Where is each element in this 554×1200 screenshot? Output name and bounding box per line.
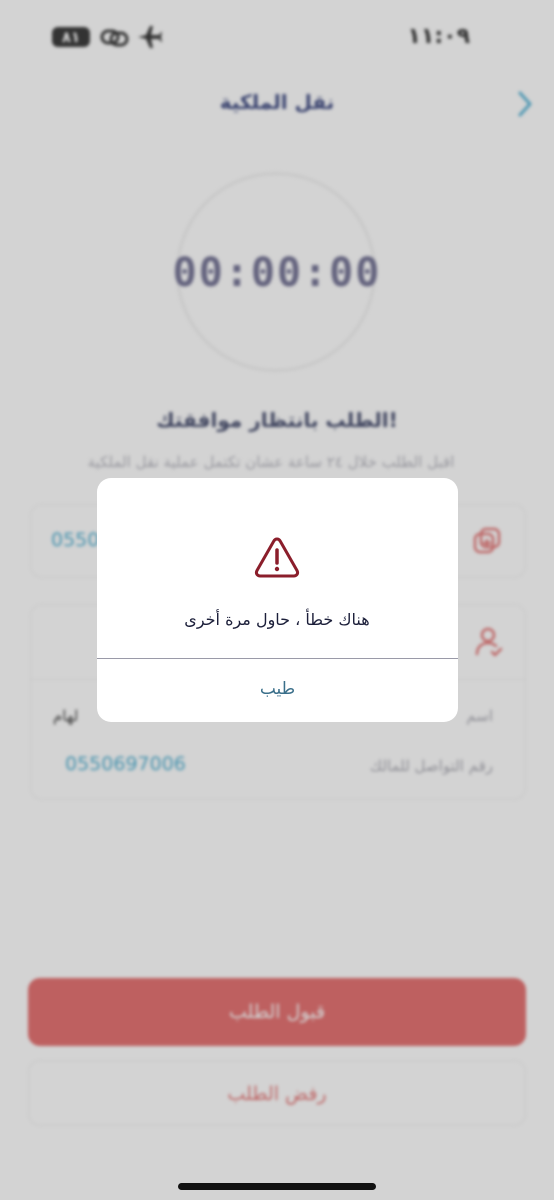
dialog-message: هناك خطأ ، حاول مرة أخرى [184, 610, 370, 629]
home-indicator [178, 1183, 376, 1190]
screen: ٨١ ١١:٠٩ نقل الملكية 00:00:00 الطلب بانت… [0, 0, 554, 1200]
warning-icon [254, 537, 300, 578]
ok-button[interactable]: طيب [97, 659, 458, 722]
error-dialog: طيب [97, 478, 458, 722]
